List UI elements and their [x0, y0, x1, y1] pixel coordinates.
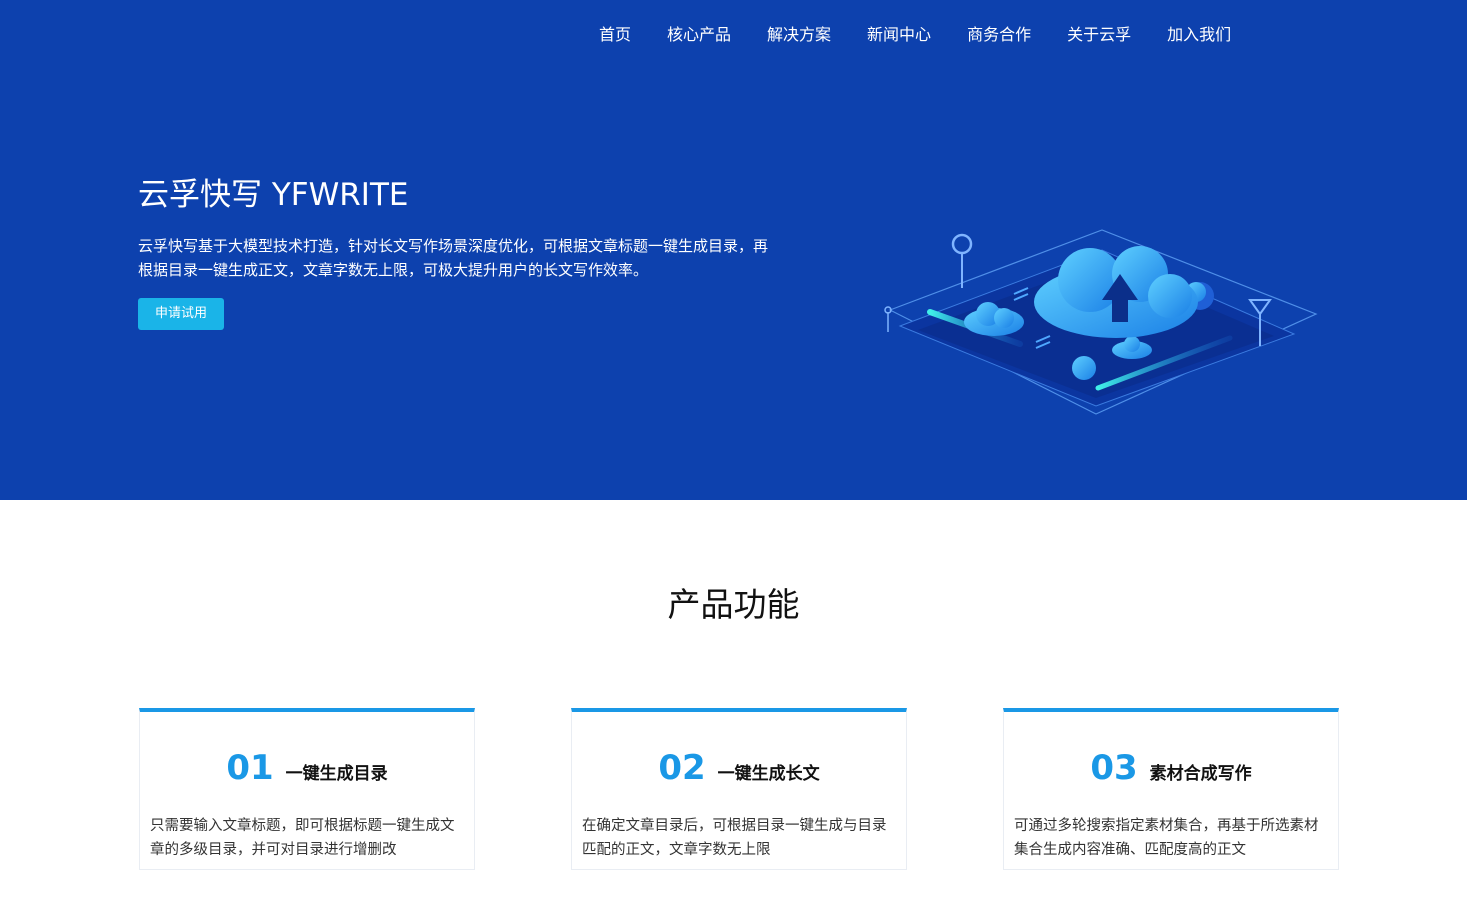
feature-card-text: 在确定文章目录后，可根据目录一键生成与目录匹配的正文，文章字数无上限 [582, 818, 887, 858]
nav-item-news[interactable]: 新闻中心 [867, 24, 931, 46]
feature-card-text: 只需要输入文章标题，即可根据标题一键生成文章的多级目录，并可对目录进行增删改 [150, 818, 455, 858]
feature-card-heading: 02 一键生成长文 [572, 748, 906, 788]
top-nav: 首页 核心产品 解决方案 新闻中心 商务合作 关于云孚 加入我们 [599, 24, 1231, 46]
apply-trial-button[interactable]: 申请试用 [138, 298, 224, 330]
feature-card-number: 01 [226, 748, 274, 788]
feature-card-name: 素材合成写作 [1149, 764, 1252, 784]
feature-card-number: 02 [658, 748, 706, 788]
nav-item-home[interactable]: 首页 [599, 24, 631, 46]
feature-card-heading: 01 一键生成目录 [140, 748, 474, 788]
feature-card-1: 01 一键生成目录 只需要输入文章标题，即可根据标题一键生成文章的多级目录，并可对… [139, 708, 475, 870]
nav-item-about[interactable]: 关于云孚 [1067, 24, 1131, 46]
hero-title: 云孚快写 YFWRITE [138, 177, 409, 213]
nav-item-products[interactable]: 核心产品 [667, 24, 731, 46]
feature-card-2: 02 一键生成长文 在确定文章目录后，可根据目录一键生成与目录匹配的正文，文章字数… [571, 708, 907, 870]
features-section-title: 产品功能 [667, 585, 800, 624]
feature-card-number: 03 [1090, 748, 1138, 788]
feature-card-heading: 03 素材合成写作 [1004, 748, 1338, 788]
cloud-upload-illustration-icon [884, 229, 1318, 415]
feature-card-name: 一键生成长文 [717, 764, 820, 784]
nav-item-join[interactable]: 加入我们 [1167, 24, 1231, 46]
feature-card-name: 一键生成目录 [285, 764, 388, 784]
nav-item-business[interactable]: 商务合作 [967, 24, 1031, 46]
hero-banner: 首页 核心产品 解决方案 新闻中心 商务合作 关于云孚 加入我们 云孚快写 YF… [0, 0, 1467, 500]
feature-card-text: 可通过多轮搜索指定素材集合，再基于所选素材集合生成内容准确、匹配度高的正文 [1014, 818, 1319, 858]
nav-item-solutions[interactable]: 解决方案 [767, 24, 831, 46]
feature-card-3: 03 素材合成写作 可通过多轮搜索指定素材集合，再基于所选素材集合生成内容准确、匹… [1003, 708, 1339, 870]
hero-description: 云孚快写基于大模型技术打造，针对长文写作场景深度优化，可根据文章标题一键生成目录… [138, 237, 769, 279]
